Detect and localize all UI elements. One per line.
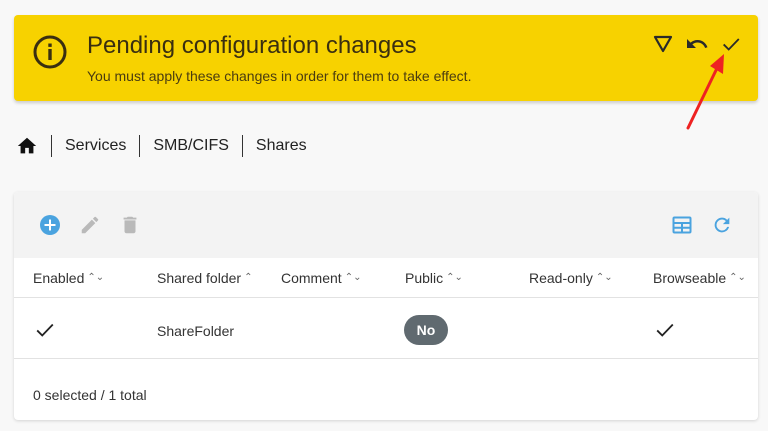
column-header-comment[interactable]: Comment ⌃⌄: [281, 270, 361, 286]
home-icon[interactable]: [16, 135, 38, 157]
sort-asc-icon: ⌃: [244, 272, 253, 283]
enabled-check-icon: [34, 319, 56, 346]
pending-changes-banner: Pending configuration changes You must a…: [14, 15, 758, 101]
delete-icon[interactable]: [118, 213, 142, 237]
edit-icon[interactable]: [78, 213, 102, 237]
breadcrumb-services[interactable]: Services: [65, 137, 126, 155]
table-toolbar: [14, 192, 758, 258]
sort-icon: ⌃⌄: [446, 272, 463, 283]
info-icon: [32, 34, 68, 70]
sort-icon: ⌃⌄: [729, 272, 746, 283]
column-label: Shared folder: [157, 270, 242, 286]
public-status-badge: No: [404, 315, 448, 345]
column-label: Enabled: [33, 270, 85, 286]
banner-subtitle: You must apply these changes in order fo…: [87, 68, 472, 84]
add-icon[interactable]: [38, 213, 62, 237]
breadcrumb-shares: Shares: [255, 137, 307, 154]
browseable-check-icon: [654, 319, 676, 346]
apply-check-icon[interactable]: [718, 31, 744, 57]
banner-title: Pending configuration changes: [87, 32, 417, 59]
breadcrumb-smb-cifs[interactable]: SMB/CIFS: [153, 137, 229, 155]
column-header-public[interactable]: Public ⌃⌄: [405, 270, 463, 286]
breadcrumb-divider: [51, 135, 52, 157]
column-label: Comment: [281, 270, 342, 286]
sort-icon: ⌃⌄: [87, 272, 105, 283]
shared-folder-cell: ShareFolder: [157, 323, 235, 339]
table-header: Enabled ⌃⌄ Shared folder ⌃ Comment ⌃⌄ Pu…: [14, 258, 758, 298]
table-row[interactable]: ShareFolder No: [14, 299, 758, 359]
column-header-read-only[interactable]: Read-only ⌃⌄: [529, 270, 613, 286]
breadcrumb-divider: [139, 135, 141, 157]
column-label: Browseable: [653, 270, 727, 286]
breadcrumb-divider: [241, 135, 243, 157]
undo-icon[interactable]: [684, 31, 710, 57]
column-header-browseable[interactable]: Browseable ⌃⌄: [653, 270, 746, 286]
refresh-icon[interactable]: [710, 213, 734, 237]
shares-table-card: Enabled ⌃⌄ Shared folder ⌃ Comment ⌃⌄ Pu…: [14, 192, 758, 420]
breadcrumb: Services SMB/CIFS Shares: [16, 134, 307, 158]
column-label: Public: [405, 270, 444, 286]
columns-icon[interactable]: [670, 213, 694, 237]
column-header-enabled[interactable]: Enabled ⌃⌄: [33, 270, 104, 286]
selection-summary: 0 selected / 1 total: [33, 387, 147, 403]
sort-icon: ⌃⌄: [344, 272, 362, 283]
filter-icon[interactable]: [650, 31, 676, 57]
column-label: Read-only: [529, 270, 593, 286]
sort-icon: ⌃⌄: [595, 272, 613, 283]
column-header-shared-folder[interactable]: Shared folder ⌃: [157, 270, 252, 286]
